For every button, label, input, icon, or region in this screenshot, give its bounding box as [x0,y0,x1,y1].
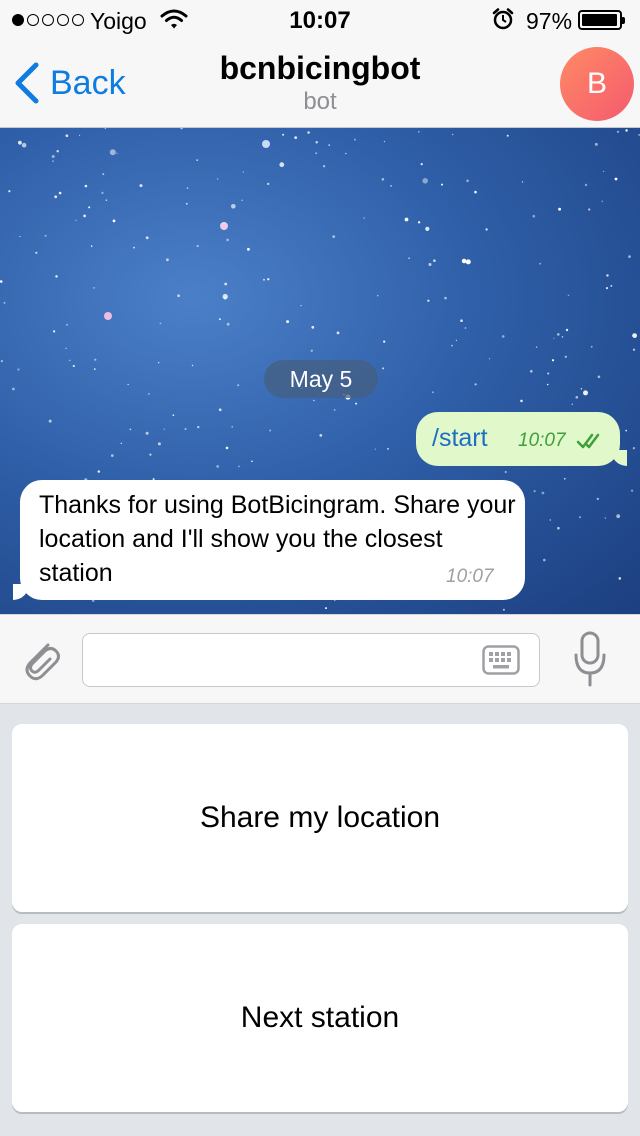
status-bar: Yoigo 10:07 97% [0,0,640,40]
double-check-icon [576,433,600,449]
microphone-icon[interactable] [572,631,608,687]
message-time: 10:07 [518,430,566,451]
date-separator: May 5 [264,360,378,398]
chat-area[interactable]: May 5 /start 10:07 Thanks for using BotB… [0,128,640,614]
chevron-left-icon [15,62,39,104]
chat-subtitle: bot [303,88,337,115]
message-input-bar [0,614,640,704]
battery-percentage: 97% [526,8,573,34]
back-button[interactable]: Back [14,58,126,108]
back-button-label: Back [50,63,126,102]
bot-reply-keyboard: Share my location Next station [0,704,640,1136]
message-input[interactable] [82,633,540,687]
avatar[interactable]: B [560,47,634,121]
keyboard-icon[interactable] [482,645,520,675]
chat-title: bcnbicingbot [219,50,421,86]
chat-title-block[interactable]: bcnbicingbot bot [170,48,470,116]
message-time: 10:07 [446,566,494,587]
outgoing-message[interactable]: /start 10:07 [416,412,627,466]
message-text[interactable]: /start [432,424,488,453]
battery-level [582,14,617,26]
battery-icon [578,10,625,30]
next-station-button[interactable]: Next station [12,924,628,1112]
battery-cap [622,17,625,24]
alarm-icon [492,8,514,30]
share-location-button[interactable]: Share my location [12,724,628,912]
chat-header: Back bcnbicingbot bot B [0,40,640,128]
incoming-message[interactable]: Thanks for using BotBicingram. Share you… [13,480,525,600]
paperclip-icon[interactable] [18,633,62,685]
